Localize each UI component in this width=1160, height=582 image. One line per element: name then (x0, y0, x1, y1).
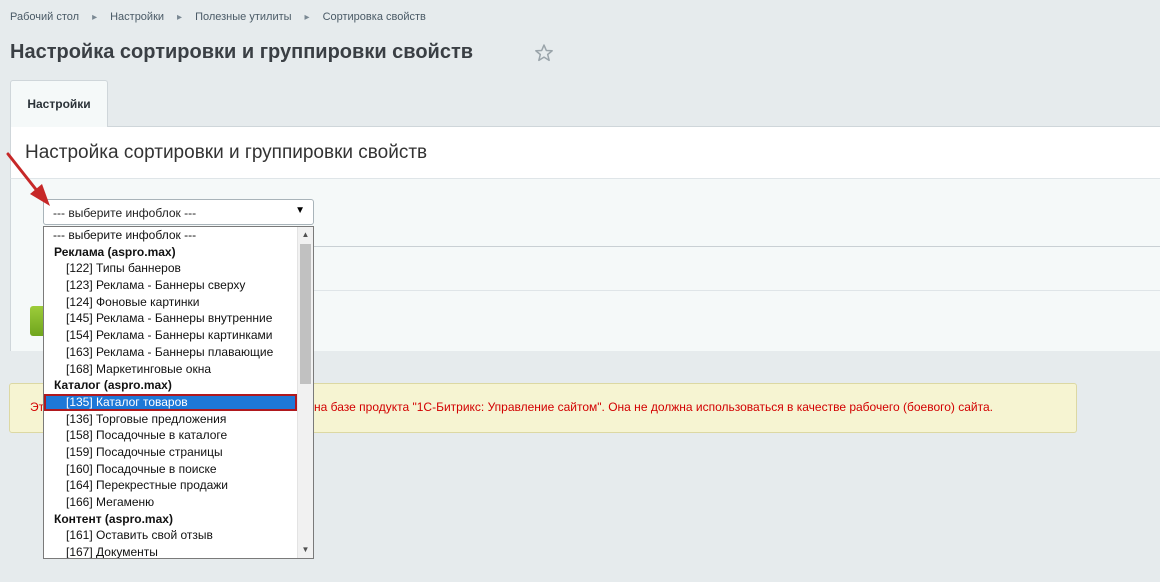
list-item[interactable]: [168] Маркетинговые окна (44, 361, 297, 378)
list-item[interactable]: [164] Перекрестные продажи (44, 477, 297, 494)
scrollbar[interactable]: ▲ ▼ (297, 227, 313, 558)
list-item[interactable]: [166] Мегаменю (44, 494, 297, 511)
breadcrumb-utilities[interactable]: Полезные утилиты (195, 11, 291, 23)
list-item[interactable]: [154] Реклама - Баннеры картинками (44, 327, 297, 344)
list-item[interactable]: [136] Торговые предложения (44, 411, 297, 428)
scrollbar-thumb[interactable] (300, 244, 311, 384)
divider (314, 290, 1160, 291)
list-item[interactable]: [123] Реклама - Баннеры сверху (44, 277, 297, 294)
option-placeholder[interactable]: --- выберите инфоблок --- (44, 227, 297, 244)
page-title: Настройка сортировки и группировки свойс… (10, 41, 474, 63)
option-group: Контент (aspro.max) (54, 511, 173, 526)
list-item[interactable]: [135] Каталог товаров (44, 393, 297, 411)
scroll-up-icon[interactable]: ▲ (298, 227, 313, 243)
panel-header: Настройка сортировки и группировки свойс… (10, 126, 1160, 178)
list-item[interactable]: [159] Посадочные страницы (44, 444, 297, 461)
divider (314, 246, 1160, 247)
list-item[interactable]: [160] Посадочные в поиске (44, 461, 297, 478)
breadcrumb-separator-icon: ▸ (92, 11, 98, 23)
option-group: Реклама (aspro.max) (54, 244, 176, 259)
tab-settings[interactable]: Настройки (10, 80, 108, 127)
breadcrumb-settings[interactable]: Настройки (110, 11, 164, 23)
warning-text: на базе продукта "1С-Битрикс: Управление… (314, 400, 994, 414)
list-item[interactable]: [158] Посадочные в каталоге (44, 427, 297, 444)
list-item[interactable]: [163] Реклама - Баннеры плавающие (44, 344, 297, 361)
dropdown-arrow-icon: ▼ (295, 205, 305, 216)
save-button[interactable] (30, 306, 44, 336)
breadcrumb-separator-icon: ▸ (177, 11, 183, 23)
breadcrumb-separator-icon: ▸ (304, 11, 310, 23)
list-item[interactable]: [161] Оставить свой отзыв (44, 527, 297, 544)
scroll-down-icon[interactable]: ▼ (298, 542, 313, 558)
warning-text-prefix: Эт (30, 400, 45, 414)
list-item[interactable]: [124] Фоновые картинки (44, 294, 297, 311)
iblock-select-value: --- выберите инфоблок --- (53, 206, 197, 220)
panel-title: Настройка сортировки и группировки свойс… (25, 142, 428, 163)
iblock-select[interactable]: --- выберите инфоблок --- ▼ (43, 199, 314, 225)
list-item[interactable]: [122] Типы баннеров (44, 260, 297, 277)
breadcrumb-desktop[interactable]: Рабочий стол (10, 11, 79, 23)
list-item[interactable]: [145] Реклама - Баннеры внутренние (44, 310, 297, 327)
breadcrumb: Рабочий стол ▸ Настройки ▸ Полезные утил… (10, 11, 426, 23)
list-item[interactable]: [167] Документы (44, 544, 297, 558)
star-icon[interactable] (534, 43, 554, 63)
iblock-dropdown-list[interactable]: --- выберите инфоблок --- Реклама (aspro.… (43, 226, 314, 559)
option-group: Каталог (aspro.max) (54, 378, 172, 393)
breadcrumb-property-sorting[interactable]: Сортировка свойств (323, 11, 426, 23)
